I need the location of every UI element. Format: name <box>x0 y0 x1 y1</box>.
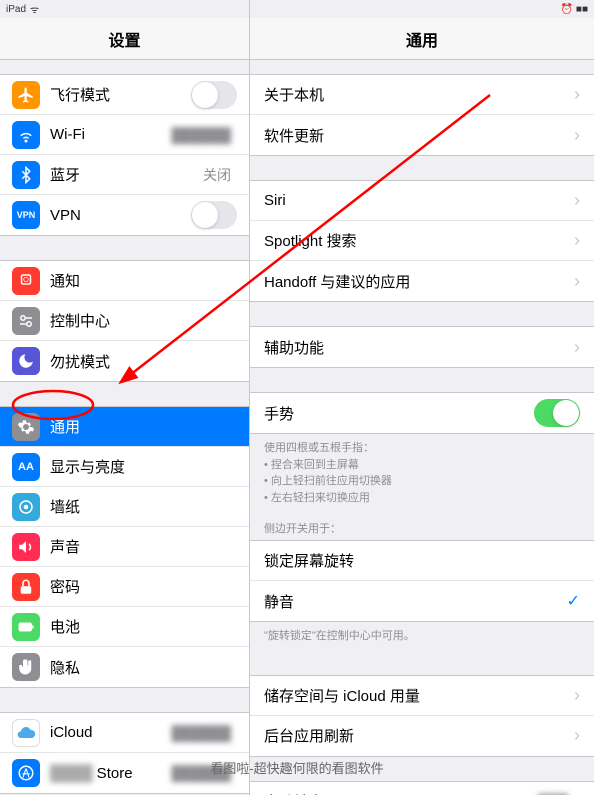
setting-label: 手势 <box>264 403 534 424</box>
sidebar-item-wifi[interactable]: Wi-Fi██████ <box>0 115 249 155</box>
watermark-text: 看图啦-超快趣何限的看图软件 <box>210 758 383 777</box>
sidebar-label: 勿扰模式 <box>50 351 237 372</box>
sidebar-title: 设置 <box>0 18 249 60</box>
sidebar-item-battery[interactable]: 电池 <box>0 607 249 647</box>
sidebar-item-display[interactable]: AA 显示与亮度 <box>0 447 249 487</box>
switches-icon <box>12 307 40 335</box>
chevron-right-icon: › <box>574 230 580 251</box>
wifi-icon <box>12 121 40 149</box>
text-icon: AA <box>12 453 40 481</box>
setting-row[interactable]: 静音✓ <box>250 581 594 621</box>
main-title: 通用 <box>250 18 594 60</box>
setting-row[interactable]: Handoff 与建议的应用› <box>250 261 594 301</box>
status-bar: iPad ᯤ <box>0 0 249 18</box>
setting-label: 软件更新 <box>264 125 574 146</box>
sidebar-item-sounds[interactable]: 声音 <box>0 527 249 567</box>
sidebar-item-controlcenter[interactable]: 控制中心 <box>0 301 249 341</box>
sidebar-item-airplane[interactable]: 飞行模式 <box>0 75 249 115</box>
sidebar-label: 控制中心 <box>50 310 237 331</box>
sidebar-label: VPN <box>50 207 191 224</box>
sidebar-label: 隐私 <box>50 657 237 678</box>
setting-label: 辅助功能 <box>264 337 574 358</box>
speaker-icon <box>12 533 40 561</box>
sidebar-label: Wi-Fi <box>50 126 171 143</box>
chevron-right-icon: › <box>574 125 580 146</box>
battery-icon <box>12 613 40 641</box>
section-footer: "旋转锁定"在控制中心中可用。 <box>250 622 594 651</box>
sidebar-label: 显示与亮度 <box>50 456 237 477</box>
sidebar-label: iCloud <box>50 724 171 741</box>
sidebar-label: 密码 <box>50 576 237 597</box>
main-scroll[interactable]: 关于本机›软件更新›Siri›Spotlight 搜索›Handoff 与建议的… <box>250 60 594 795</box>
sidebar-item-icloud[interactable]: iCloud██████ <box>0 713 249 753</box>
setting-label: 后台应用刷新 <box>264 725 574 746</box>
setting-label: 静音 <box>264 591 567 612</box>
setting-row[interactable]: 后台应用刷新› <box>250 716 594 756</box>
sidebar-label: 蓝牙 <box>50 164 203 185</box>
sidebar-label: ████ Store <box>50 765 171 782</box>
sidebar-item-bluetooth[interactable]: 蓝牙关闭 <box>0 155 249 195</box>
check-icon: ✓ <box>567 591 580 611</box>
lock-icon <box>12 573 40 601</box>
chevron-right-icon: › <box>574 84 580 105</box>
wifi-status-icon: ᯤ <box>30 2 39 16</box>
chevron-right-icon: › <box>574 791 580 795</box>
airplane-icon <box>12 81 40 109</box>
setting-row[interactable]: Siri› <box>250 181 594 221</box>
status-bar-right: ⏰ ■■ <box>250 0 594 18</box>
setting-label: Spotlight 搜索 <box>264 230 574 251</box>
sidebar-item-vpn[interactable]: VPN VPN <box>0 195 249 235</box>
setting-label: 自动锁定 <box>264 791 538 795</box>
sidebar-label: 声音 <box>50 536 237 557</box>
sidebar-value-hidden: ██████ <box>171 725 231 741</box>
section-footer: 使用四根或五根手指：• 捏合来回到主屏幕• 向上轻扫前往应用切换器• 左右轻扫来… <box>250 434 594 512</box>
setting-row[interactable]: 锁定屏幕旋转 <box>250 541 594 581</box>
toggle-switch[interactable] <box>191 81 237 109</box>
vpn-icon: VPN <box>12 201 40 229</box>
setting-row[interactable]: 手势 <box>250 393 594 433</box>
setting-row[interactable]: 关于本机› <box>250 75 594 115</box>
setting-label: Siri <box>264 192 574 209</box>
toggle-switch[interactable] <box>534 399 580 427</box>
cloud-icon <box>12 719 40 747</box>
sidebar-label: 通知 <box>50 270 237 291</box>
chevron-right-icon: › <box>574 725 580 746</box>
sidebar-item-privacy[interactable]: 隐私 <box>0 647 249 687</box>
setting-label: Handoff 与建议的应用 <box>264 271 574 292</box>
bell-icon <box>12 267 40 295</box>
moon-icon <box>12 347 40 375</box>
gear-icon <box>12 413 40 441</box>
sidebar-item-general[interactable]: 通用 <box>0 407 249 447</box>
setting-row[interactable]: 自动锁定███› <box>250 782 594 795</box>
chevron-right-icon: › <box>574 685 580 706</box>
setting-row[interactable]: 辅助功能› <box>250 327 594 367</box>
bluetooth-icon <box>12 161 40 189</box>
sidebar-label: 墙纸 <box>50 496 237 517</box>
sidebar-scroll[interactable]: 飞行模式Wi-Fi██████蓝牙关闭VPNVPN通知控制中心勿扰模式通用AA显… <box>0 60 249 795</box>
sidebar-item-notifications[interactable]: 通知 <box>0 261 249 301</box>
device-label: iPad <box>6 4 26 15</box>
sidebar-label: 电池 <box>50 616 237 637</box>
setting-row[interactable]: 储存空间与 iCloud 用量› <box>250 676 594 716</box>
sidebar-item-wallpaper[interactable]: 墙纸 <box>0 487 249 527</box>
hand-icon <box>12 653 40 681</box>
section-header: 侧边开关用于： <box>250 512 594 540</box>
sidebar-item-passcode[interactable]: 密码 <box>0 567 249 607</box>
sidebar-label: 通用 <box>50 416 237 437</box>
setting-row[interactable]: 软件更新› <box>250 115 594 155</box>
chevron-right-icon: › <box>574 337 580 358</box>
setting-label: 锁定屏幕旋转 <box>264 550 580 571</box>
sidebar-label: 飞行模式 <box>50 84 191 105</box>
chevron-right-icon: › <box>574 190 580 211</box>
toggle-switch[interactable] <box>191 201 237 229</box>
sidebar-value-hidden: ██████ <box>171 127 231 143</box>
wallpaper-icon <box>12 493 40 521</box>
setting-row[interactable]: Spotlight 搜索› <box>250 221 594 261</box>
sidebar-value: 关闭 <box>203 165 231 185</box>
sidebar-item-dnd[interactable]: 勿扰模式 <box>0 341 249 381</box>
chevron-right-icon: › <box>574 271 580 292</box>
store-icon <box>12 759 40 787</box>
setting-label: 储存空间与 iCloud 用量 <box>264 685 574 706</box>
setting-label: 关于本机 <box>264 84 574 105</box>
